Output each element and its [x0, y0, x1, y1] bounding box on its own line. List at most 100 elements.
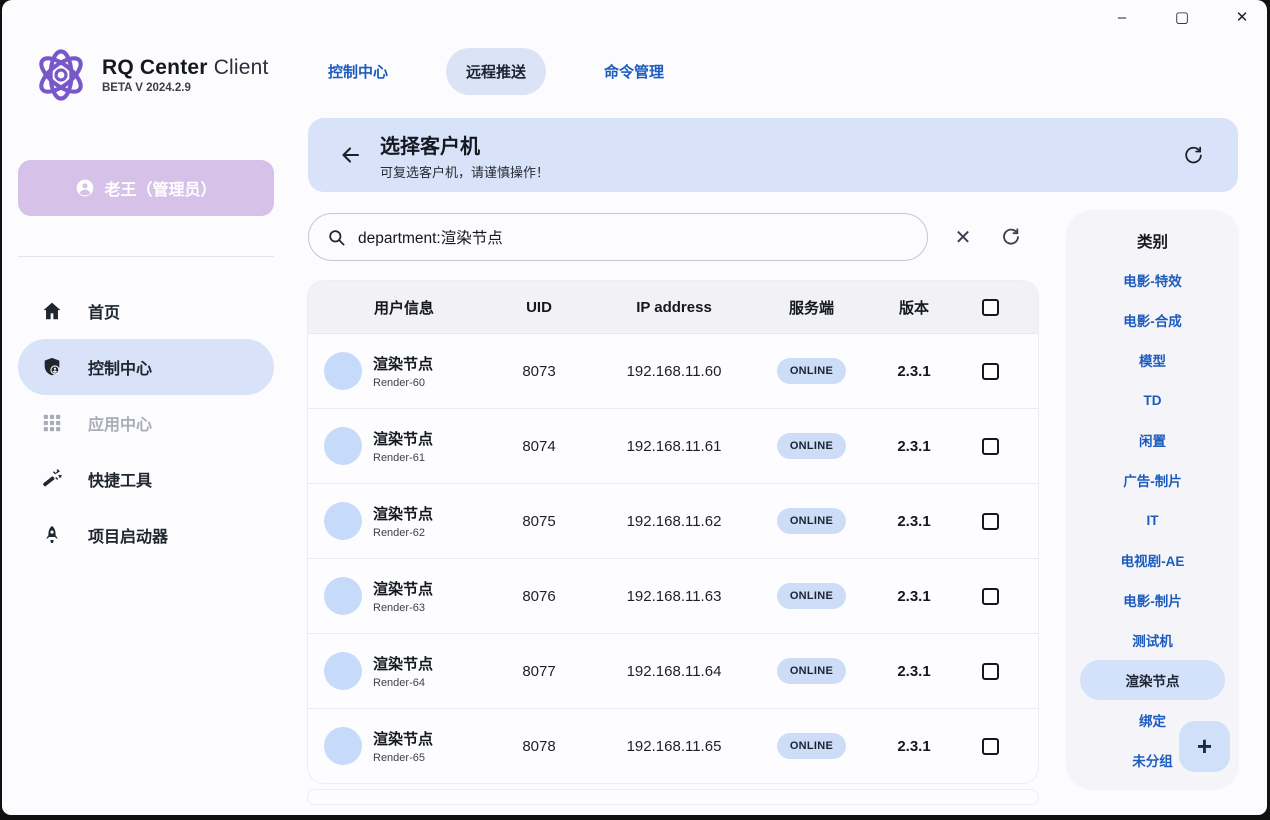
- table-header-row: 用户信息 UID IP address 服务端 版本: [308, 281, 1038, 333]
- back-button[interactable]: [334, 138, 368, 172]
- table-row[interactable]: 渲染节点 Render-62 8075 192.168.11.62 ONLINE…: [308, 483, 1038, 558]
- search-input[interactable]: [358, 228, 909, 246]
- brand: RQ Center Client BETA V 2024.2.9: [32, 46, 269, 104]
- client-ip: 192.168.11.63: [594, 588, 754, 605]
- table-row[interactable]: 渲染节点 Render-63 8076 192.168.11.63 ONLINE…: [308, 558, 1038, 633]
- home-icon: [40, 299, 64, 323]
- category-item[interactable]: TD: [1066, 380, 1239, 420]
- col-user: 用户信息: [324, 297, 484, 318]
- sidebar-item-label: 快捷工具: [88, 467, 152, 491]
- app-title-bold: RQ Center: [102, 56, 208, 79]
- table-row[interactable]: 渲染节点 Render-60 8073 192.168.11.60 ONLINE…: [308, 333, 1038, 408]
- table-row[interactable]: 渲染节点 Render-61 8074 192.168.11.61 ONLINE…: [308, 408, 1038, 483]
- table-row[interactable]: 渲染节点 Render-64 8077 192.168.11.64 ONLINE…: [308, 633, 1038, 708]
- select-all-checkbox[interactable]: [982, 299, 999, 316]
- category-item[interactable]: 电影-合成: [1066, 300, 1239, 340]
- avatar: [324, 427, 362, 465]
- page-header: 选择客户机 可复选客户机，请谨慎操作！: [308, 118, 1238, 192]
- category-item[interactable]: 闲置: [1066, 420, 1239, 460]
- tab-remote-push[interactable]: 远程推送: [446, 48, 546, 95]
- plus-icon: +: [1197, 733, 1212, 759]
- category-item[interactable]: 广告-制片: [1066, 460, 1239, 500]
- client-ip: 192.168.11.64: [594, 663, 754, 680]
- avatar: [324, 652, 362, 690]
- col-uid: UID: [484, 299, 594, 316]
- client-version: 2.3.1: [869, 438, 959, 455]
- category-item[interactable]: 电影-特效: [1066, 260, 1239, 300]
- app-title: RQ Center Client: [102, 56, 269, 80]
- category-item[interactable]: 测试机: [1066, 620, 1239, 660]
- client-uid: 8077: [484, 663, 594, 680]
- user-icon: [75, 178, 95, 198]
- client-hostname: Render-65: [373, 752, 433, 764]
- client-version: 2.3.1: [869, 588, 959, 605]
- category-item[interactable]: 电视剧-AE: [1066, 540, 1239, 580]
- sidebar-item-label: 项目启动器: [88, 523, 168, 547]
- shield-user-icon: [40, 355, 64, 379]
- client-uid: 8076: [484, 588, 594, 605]
- row-checkbox[interactable]: [982, 738, 999, 755]
- sidebar-item-project-launcher[interactable]: 项目启动器: [18, 507, 274, 563]
- client-name: 渲染节点: [373, 653, 433, 674]
- header-refresh-button[interactable]: [1176, 138, 1210, 172]
- user-badge-label: 老王（管理员）: [104, 176, 216, 200]
- status-badge: ONLINE: [777, 583, 846, 609]
- client-version: 2.3.1: [869, 738, 959, 755]
- sidebar-item-home[interactable]: 首页: [18, 283, 274, 339]
- status-badge: ONLINE: [777, 733, 846, 759]
- client-hostname: Render-64: [373, 677, 433, 689]
- maximize-button[interactable]: ▢: [1165, 4, 1199, 30]
- atom-logo-icon: [32, 46, 90, 104]
- client-version: 2.3.1: [869, 513, 959, 530]
- category-item-selected[interactable]: 渲染节点: [1080, 660, 1225, 700]
- sidebar-item-quick-tools[interactable]: 快捷工具: [18, 451, 274, 507]
- sidebar-item-control-center[interactable]: 控制中心: [18, 339, 274, 395]
- search-box[interactable]: [308, 213, 928, 261]
- category-item[interactable]: 电影-制片: [1066, 580, 1239, 620]
- client-hostname: Render-62: [373, 527, 433, 539]
- sidebar-item-label: 首页: [88, 299, 120, 323]
- page-title: 选择客户机: [380, 130, 549, 159]
- minimize-button[interactable]: –: [1105, 4, 1139, 30]
- user-badge[interactable]: 老王（管理员）: [18, 160, 274, 216]
- row-checkbox[interactable]: [982, 363, 999, 380]
- window-controls: – ▢ ✕: [1105, 4, 1259, 30]
- avatar: [324, 577, 362, 615]
- col-ip: IP address: [594, 299, 754, 316]
- avatar: [324, 502, 362, 540]
- category-item[interactable]: 模型: [1066, 340, 1239, 380]
- client-hostname: Render-63: [373, 602, 433, 614]
- client-ip: 192.168.11.61: [594, 438, 754, 455]
- row-checkbox[interactable]: [982, 663, 999, 680]
- rocket-icon: [40, 523, 64, 547]
- table-row[interactable]: 渲染节点 Render-65 8078 192.168.11.65 ONLINE…: [308, 708, 1038, 783]
- sidebar: 老王（管理员） 首页 控制中心: [18, 160, 274, 563]
- sidebar-item-app-center: 应用中心: [18, 395, 274, 451]
- search-refresh-button[interactable]: [991, 217, 1031, 257]
- app-version: BETA V 2024.2.9: [102, 82, 269, 94]
- client-version: 2.3.1: [869, 663, 959, 680]
- refresh-icon: [1183, 145, 1204, 166]
- client-hostname: Render-60: [373, 377, 433, 389]
- avatar: [324, 727, 362, 765]
- row-checkbox[interactable]: [982, 513, 999, 530]
- add-category-button[interactable]: +: [1179, 721, 1230, 772]
- close-button[interactable]: ✕: [1225, 4, 1259, 30]
- row-checkbox[interactable]: [982, 588, 999, 605]
- col-server: 服务端: [754, 297, 869, 318]
- row-checkbox[interactable]: [982, 438, 999, 455]
- tab-control-center[interactable]: 控制中心: [308, 48, 408, 95]
- search-icon: [327, 228, 346, 247]
- grid-icon: [40, 411, 64, 435]
- page-subtitle: 可复选客户机，请谨慎操作！: [380, 162, 549, 181]
- client-name: 渲染节点: [373, 353, 433, 374]
- search-clear-button[interactable]: ✕: [943, 217, 983, 257]
- sidebar-divider: [18, 256, 274, 257]
- status-badge: ONLINE: [777, 658, 846, 684]
- tab-command-manage[interactable]: 命令管理: [584, 48, 684, 95]
- col-version: 版本: [869, 297, 959, 318]
- sidebar-item-label: 应用中心: [88, 411, 152, 435]
- refresh-icon: [1001, 227, 1021, 247]
- category-item[interactable]: IT: [1066, 500, 1239, 540]
- client-uid: 8073: [484, 363, 594, 380]
